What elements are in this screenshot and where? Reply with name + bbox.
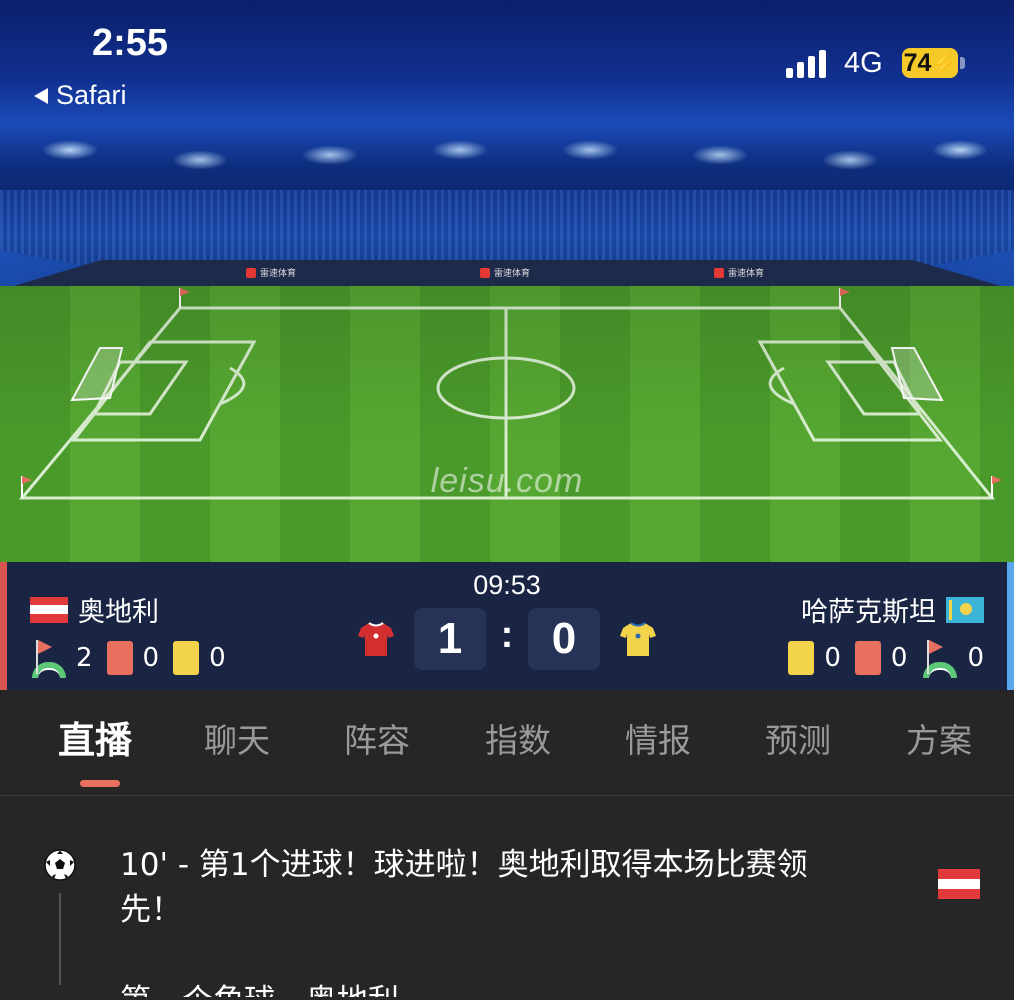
leisu-watermark: leisu.com — [430, 462, 584, 500]
stadium-lights — [0, 120, 1014, 200]
austria-flag-icon — [938, 869, 980, 899]
ad-board: 雷速体育 — [714, 266, 764, 279]
feed-event-text: 第一个角球 - 奥地利 — [120, 979, 399, 997]
active-tab-indicator — [80, 780, 120, 787]
network-type: 4G — [844, 47, 883, 79]
timeline-line — [59, 893, 61, 985]
live-feed: 10' - 第1个进球！球进啦！奥地利取得本场比赛领先！ 第一个角球 - 奥地利 — [0, 797, 1014, 1000]
away-jersey-icon — [620, 622, 656, 656]
leisu-logo-icon — [480, 267, 490, 278]
match-tabs: 直播 聊天 阵容 指数 情报 预测 方案 — [0, 690, 1014, 796]
soccer-ball-icon — [44, 849, 76, 881]
tab-chat[interactable]: 聊天 — [204, 714, 270, 762]
back-arrow-icon — [34, 87, 48, 104]
tab-live[interactable]: 直播 — [58, 710, 132, 764]
tab-lineup[interactable]: 阵容 — [344, 714, 410, 762]
stadium-banner: 雷速体育 雷速体育 雷速体育 leisu.com 2:55 Safari 4G … — [0, 0, 1014, 562]
battery-icon: 74 ⚡ — [902, 48, 958, 78]
tab-odds[interactable]: 指数 — [485, 714, 551, 762]
tab-prediction[interactable]: 预测 — [765, 714, 831, 762]
back-to-safari-button[interactable]: Safari — [34, 80, 127, 111]
tab-intel[interactable]: 情报 — [625, 714, 691, 762]
match-clock: 09:53 — [473, 570, 541, 600]
status-time: 2:55 — [92, 22, 169, 64]
tab-plans[interactable]: 方案 — [906, 714, 972, 762]
ad-board: 雷速体育 — [480, 266, 530, 279]
leisu-logo-icon — [714, 267, 724, 278]
away-score: 0 — [528, 608, 600, 670]
scoreboard: 奥地利 哈萨克斯坦 2 0 0 0 0 0 09:53 1 : 0 — [0, 562, 1014, 690]
ad-board: 雷速体育 — [246, 266, 296, 279]
feed-event-text: 10' - 第1个进球！球进啦！奥地利取得本场比赛领先！ — [120, 847, 808, 928]
signal-icon — [786, 50, 826, 78]
leisu-logo-icon — [246, 267, 256, 278]
score-separator: : — [500, 614, 514, 656]
